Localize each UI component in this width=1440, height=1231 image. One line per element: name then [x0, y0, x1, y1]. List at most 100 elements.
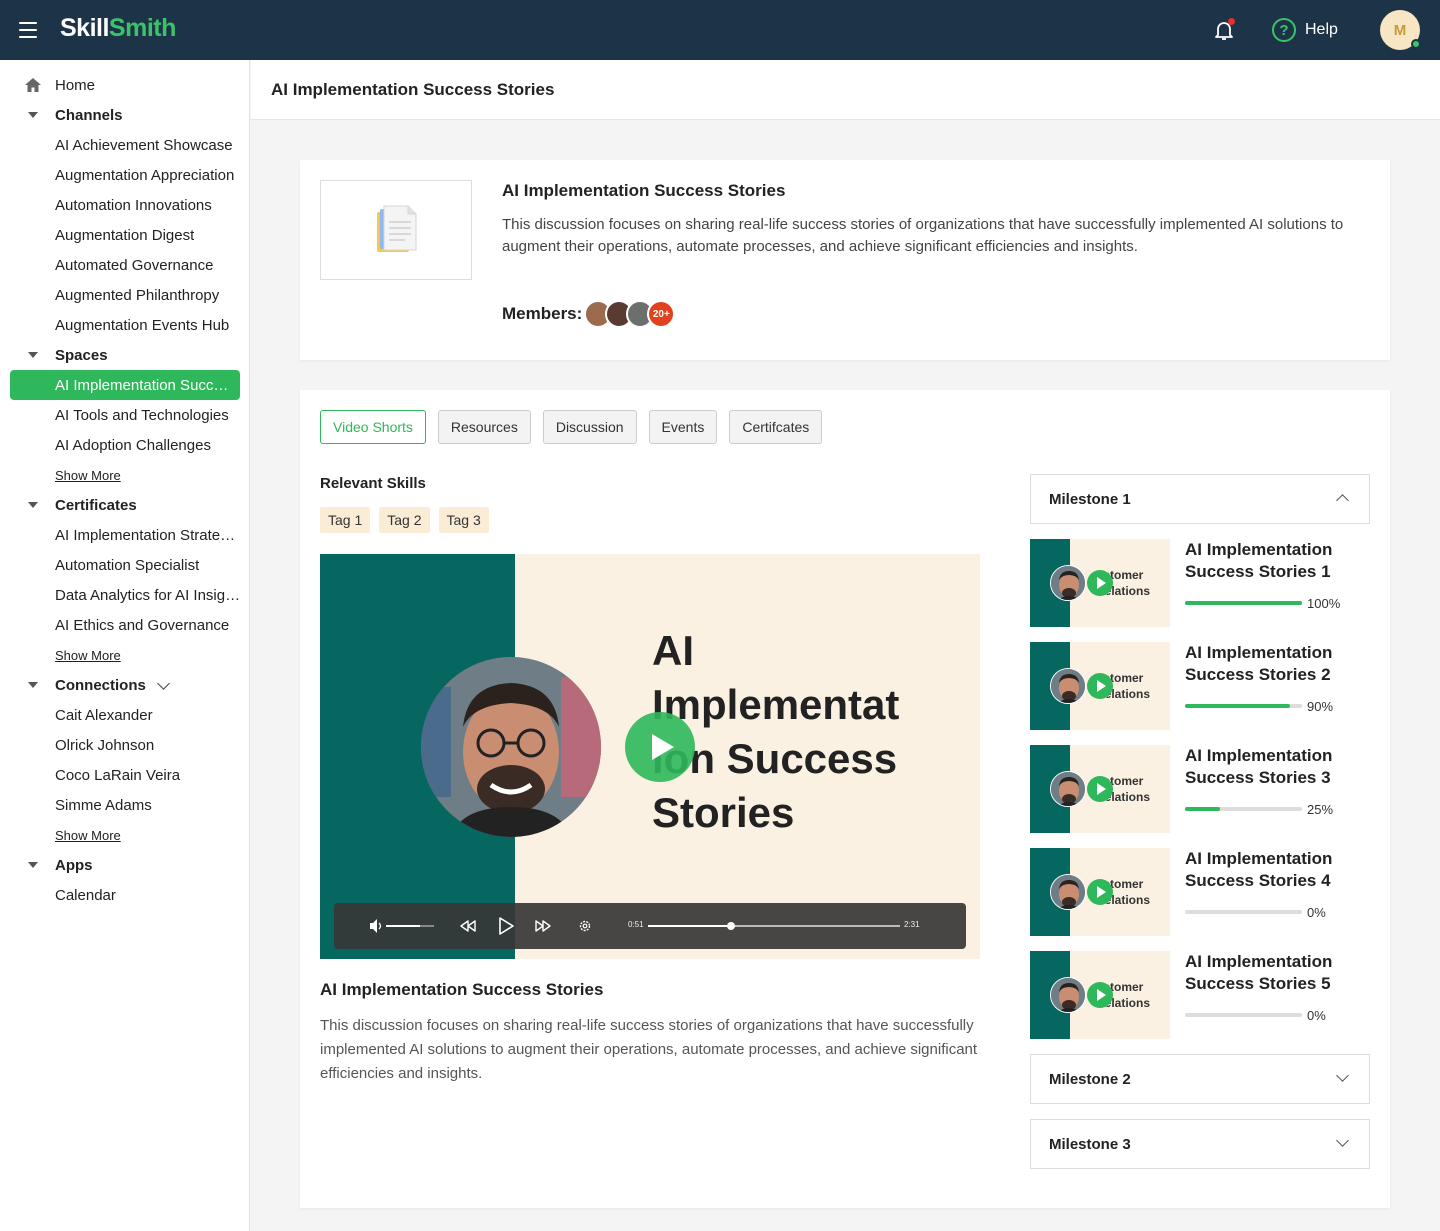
- sidebar-section-connections[interactable]: Connections: [0, 670, 250, 700]
- tab-events[interactable]: Events: [648, 410, 718, 444]
- presenter-thumbnail: [1050, 874, 1086, 910]
- sidebar-item-channel[interactable]: Augmentation Appreciation: [0, 160, 250, 190]
- milestone-video-title: AI Implementation Success Stories 3: [1185, 746, 1333, 787]
- video-controls-bar: 0:51 2:31: [334, 903, 966, 949]
- chevron-down-icon: [1336, 1134, 1349, 1147]
- notification-bell-icon[interactable]: [1212, 18, 1236, 42]
- top-bar: SkillSmith ? Help M: [0, 0, 1440, 60]
- milestone-video-item[interactable]: ustomer Relations AI Implementation Succes…: [1030, 642, 1370, 730]
- menu-icon[interactable]: [19, 22, 37, 38]
- sidebar-item-connection[interactable]: Simme Adams: [0, 790, 250, 820]
- chevron-down-icon[interactable]: [157, 677, 170, 690]
- caret-down-icon: [28, 502, 38, 508]
- caret-down-icon: [28, 352, 38, 358]
- skill-tag[interactable]: Tag 1: [320, 507, 371, 533]
- online-status-dot: [1411, 39, 1421, 49]
- members-row: Members: 20+: [502, 300, 676, 328]
- play-icon[interactable]: [1087, 879, 1113, 905]
- tab-video-shorts[interactable]: Video Shorts: [320, 410, 426, 444]
- milestone-progress-bar: [1185, 807, 1302, 811]
- milestone-progress-bar: [1185, 1013, 1302, 1017]
- milestone-progress-bar: [1185, 704, 1302, 708]
- sidebar-item-channel[interactable]: Automated Governance: [0, 250, 250, 280]
- tab-resources[interactable]: Resources: [437, 410, 531, 444]
- sidebar-item-certificate[interactable]: Automation Specialist: [0, 550, 250, 580]
- milestone-3-header[interactable]: Milestone 3: [1030, 1119, 1370, 1169]
- space-thumbnail: [320, 180, 472, 280]
- sidebar-item-channel[interactable]: Augmentation Digest: [0, 220, 250, 250]
- sidebar-item-certificate[interactable]: AI Ethics and Governance: [0, 610, 250, 640]
- sidebar-section-spaces[interactable]: Spaces: [0, 340, 250, 370]
- video-seek-bar[interactable]: [648, 922, 900, 930]
- notification-dot: [1228, 18, 1235, 25]
- volume-slider[interactable]: [386, 925, 434, 927]
- user-avatar[interactable]: M: [1380, 10, 1421, 50]
- spaces-show-more-link[interactable]: Show More: [55, 468, 121, 483]
- connections-show-more-link[interactable]: Show More: [55, 828, 121, 843]
- video-player[interactable]: AI Implementat ion Success Stories 0:51 …: [320, 554, 980, 959]
- sidebar-item-connection[interactable]: Cait Alexander: [0, 700, 250, 730]
- sidebar-item-space[interactable]: AI Adoption Challenges: [0, 430, 250, 460]
- skill-tag[interactable]: Tag 2: [379, 507, 430, 533]
- milestone-progress-percent: 100%: [1307, 596, 1341, 611]
- settings-gear-icon[interactable]: [577, 915, 593, 937]
- milestone-progress-percent: 0%: [1307, 1008, 1326, 1023]
- sidebar-item-home[interactable]: Home: [0, 70, 250, 100]
- milestone-1-header[interactable]: Milestone 1: [1030, 474, 1370, 524]
- sidebar-section-channels[interactable]: Channels: [0, 100, 250, 130]
- sidebar-item-certificate[interactable]: AI Implementation Strategist: [0, 520, 250, 550]
- sidebar-item-channel[interactable]: Augmentation Events Hub: [0, 310, 250, 340]
- milestone-video-thumbnail: ustomer Relations: [1030, 642, 1170, 730]
- milestone-video-thumbnail: ustomer Relations: [1030, 848, 1170, 936]
- milestone-video-item[interactable]: ustomer Relations AI Implementation Succes…: [1030, 539, 1370, 627]
- presenter-thumbnail: [1050, 565, 1086, 601]
- tab-certificates[interactable]: Certifcates: [729, 410, 823, 444]
- presenter-thumbnail: [1050, 977, 1086, 1013]
- milestone-video-item[interactable]: ustomer Relations AI Implementation Succes…: [1030, 745, 1370, 833]
- sidebar-item-channel[interactable]: Automation Innovations: [0, 190, 250, 220]
- sidebar-item-certificate[interactable]: Data Analytics for AI Insights: [0, 580, 250, 610]
- play-icon[interactable]: [497, 915, 515, 937]
- space-title: AI Implementation Success Stories: [502, 181, 786, 200]
- milestone-video-item[interactable]: ustomer Relations AI Implementation Succes…: [1030, 848, 1370, 936]
- certificates-show-more-link[interactable]: Show More: [55, 648, 121, 663]
- video-duration: 2:31: [904, 920, 920, 929]
- app-logo[interactable]: SkillSmith: [60, 14, 176, 43]
- milestone-2-header[interactable]: Milestone 2: [1030, 1054, 1370, 1104]
- sidebar-item-space[interactable]: AI Tools and Technologies: [0, 400, 250, 430]
- play-icon[interactable]: [1087, 776, 1113, 802]
- space-overview-card: AI Implementation Success Stories This d…: [300, 160, 1390, 360]
- help-button[interactable]: ? Help: [1272, 18, 1338, 42]
- play-icon[interactable]: [1087, 982, 1113, 1008]
- sidebar-item-app-calendar[interactable]: Calendar: [0, 880, 250, 910]
- sidebar-item-connection[interactable]: Olrick Johnson: [0, 730, 250, 760]
- rewind-icon[interactable]: [459, 915, 477, 937]
- sidebar-item-space-active[interactable]: AI Implementation Success Stories: [10, 370, 240, 400]
- page-title: AI Implementation Success Stories: [271, 80, 555, 99]
- sidebar-section-apps[interactable]: Apps: [0, 850, 250, 880]
- sidebar-section-certificates[interactable]: Certificates: [0, 490, 250, 520]
- seek-progress: [648, 925, 732, 927]
- play-icon[interactable]: [1087, 673, 1113, 699]
- caret-down-icon: [28, 682, 38, 688]
- milestone-progress-percent: 0%: [1307, 905, 1326, 920]
- members-more-badge[interactable]: 20+: [647, 300, 676, 328]
- members-label: Members:: [502, 304, 583, 323]
- caret-down-icon: [28, 112, 38, 118]
- volume-icon[interactable]: [368, 915, 384, 937]
- sidebar-item-channel[interactable]: Augmented Philanthropy: [0, 280, 250, 310]
- sidebar-item-channel[interactable]: AI Achievement Showcase: [0, 130, 250, 160]
- sidebar-item-connection[interactable]: Coco LaRain Veira: [0, 760, 250, 790]
- skill-tag[interactable]: Tag 3: [438, 507, 489, 533]
- play-icon[interactable]: [1087, 570, 1113, 596]
- fast-forward-icon[interactable]: [534, 915, 552, 937]
- presenter-thumbnail: [1050, 771, 1086, 807]
- milestone-video-title: AI Implementation Success Stories 2: [1185, 643, 1333, 684]
- chevron-up-icon: [1336, 494, 1349, 507]
- video-play-overlay-button[interactable]: [625, 712, 695, 782]
- caret-down-icon: [28, 862, 38, 868]
- seek-handle[interactable]: [727, 922, 736, 930]
- tab-discussion[interactable]: Discussion: [542, 410, 637, 444]
- milestone-video-item[interactable]: ustomer Relations AI Implementation Succes…: [1030, 951, 1370, 1039]
- document-icon: [377, 205, 417, 252]
